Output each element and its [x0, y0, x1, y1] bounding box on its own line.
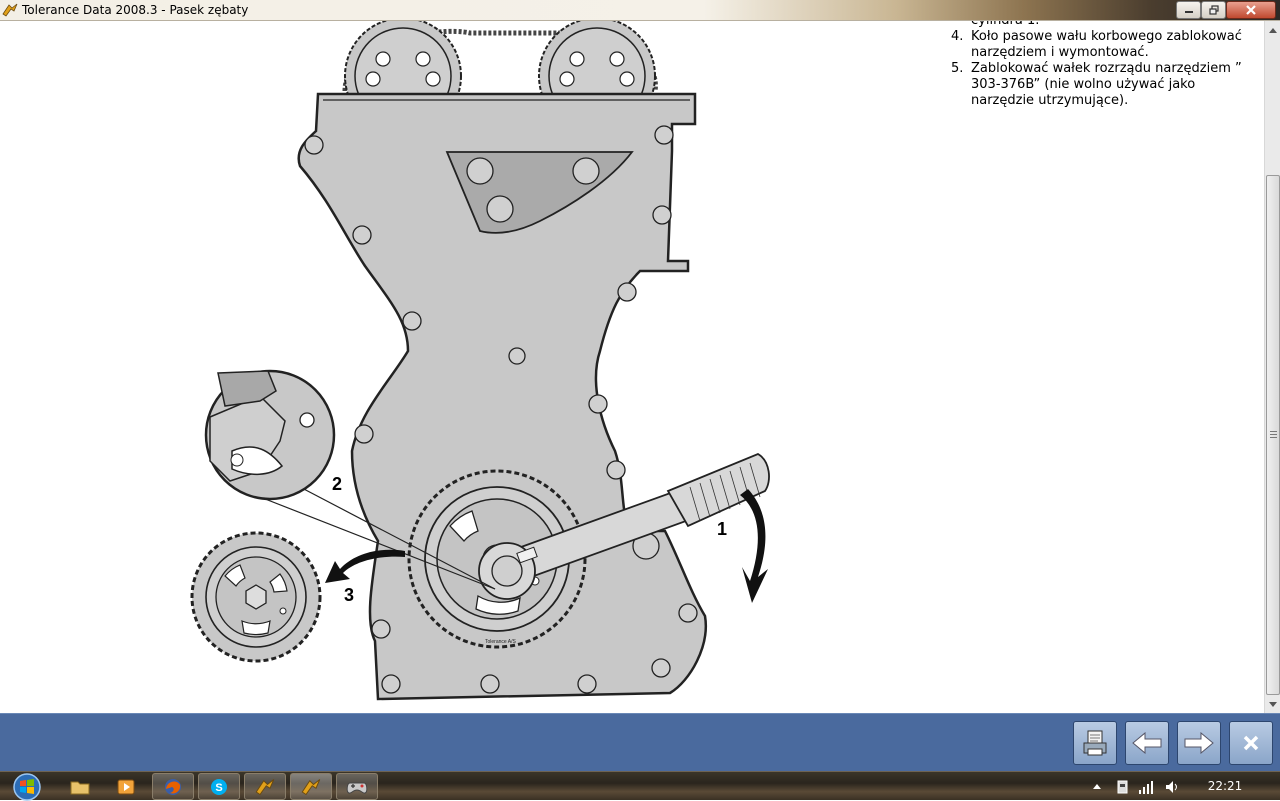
scroll-down-button[interactable]	[1266, 697, 1280, 712]
close-icon	[1243, 735, 1259, 751]
instruction-step: cylindra 1.	[951, 21, 1256, 29]
tolerance-app-active-icon	[301, 778, 321, 795]
taskbar-game[interactable]	[336, 773, 378, 800]
print-icon	[1083, 730, 1107, 756]
print-button[interactable]	[1073, 721, 1117, 765]
network-adapter-icon[interactable]	[1116, 779, 1130, 795]
close-icon	[1246, 5, 1256, 15]
skype-icon: S	[211, 778, 227, 795]
forward-button[interactable]	[1177, 721, 1221, 765]
show-hidden-icons-icon[interactable]	[1092, 782, 1102, 790]
vertical-scrollbar[interactable]	[1264, 21, 1280, 713]
taskbar-skype[interactable]: S	[198, 773, 240, 800]
callout-2: 2	[332, 474, 342, 494]
engine-timing-diagram: Tolerance A/S 1 2 3	[190, 21, 770, 701]
svg-text:S: S	[215, 782, 222, 794]
instruction-step: 4. Koło pasowe wału korbowego zablokować…	[951, 29, 1242, 60]
minimize-button[interactable]	[1176, 1, 1201, 19]
chevron-up-icon	[1269, 27, 1277, 33]
windows-taskbar: S 22:21	[0, 771, 1280, 801]
forward-arrow-icon	[1184, 732, 1214, 754]
document-view: Tolerance A/S 1 2 3 4. Koło pasowe wału …	[0, 21, 1264, 713]
game-controller-icon	[346, 782, 368, 794]
rotation-arrow-1	[740, 489, 768, 603]
scroll-up-button[interactable]	[1266, 22, 1280, 37]
back-button[interactable]	[1125, 721, 1169, 765]
taskbar-tolerance-app[interactable]	[244, 773, 286, 800]
start-orb[interactable]	[10, 772, 44, 801]
navigation-toolbar	[0, 713, 1280, 771]
maximize-button[interactable]	[1201, 1, 1226, 19]
signal-strength-icon[interactable]	[1138, 779, 1154, 795]
close-window-button[interactable]	[1226, 1, 1276, 19]
taskbar-tolerance-app-active[interactable]	[290, 773, 332, 800]
callout-3: 3	[344, 585, 354, 605]
media-player-icon	[117, 779, 135, 794]
chevron-down-icon	[1269, 701, 1277, 707]
firefox-icon	[165, 778, 181, 795]
window-title: Tolerance Data 2008.3 - Pasek zębaty	[22, 3, 249, 17]
taskbar-file-explorer[interactable]	[60, 773, 100, 800]
watermark-text: Tolerance A/S	[485, 639, 517, 645]
instruction-list: cylindra 1. 4. Koło pasowe wału korboweg…	[951, 21, 1256, 109]
removed-crank-sprocket	[190, 531, 322, 663]
tolerance-app-icon	[2, 3, 18, 17]
title-bar: Tolerance Data 2008.3 - Pasek zębaty	[0, 0, 1280, 21]
scrollbar-thumb[interactable]	[1266, 175, 1280, 695]
tolerance-app-icon	[255, 778, 275, 795]
taskbar-firefox[interactable]	[152, 773, 194, 800]
restore-icon	[1208, 5, 1219, 15]
volume-icon[interactable]	[1164, 779, 1180, 795]
instruction-step: 5. Zablokować wałek rozrządu narzędziem …	[951, 61, 1242, 108]
taskbar-media-player[interactable]	[106, 773, 146, 800]
folder-icon	[70, 781, 90, 794]
grip-icon	[1270, 431, 1277, 438]
exit-button[interactable]	[1229, 721, 1273, 765]
callout-1: 1	[717, 519, 727, 539]
minimize-icon	[1184, 11, 1193, 13]
back-arrow-icon	[1132, 732, 1162, 754]
taskbar-clock[interactable]: 22:21	[1200, 779, 1250, 793]
